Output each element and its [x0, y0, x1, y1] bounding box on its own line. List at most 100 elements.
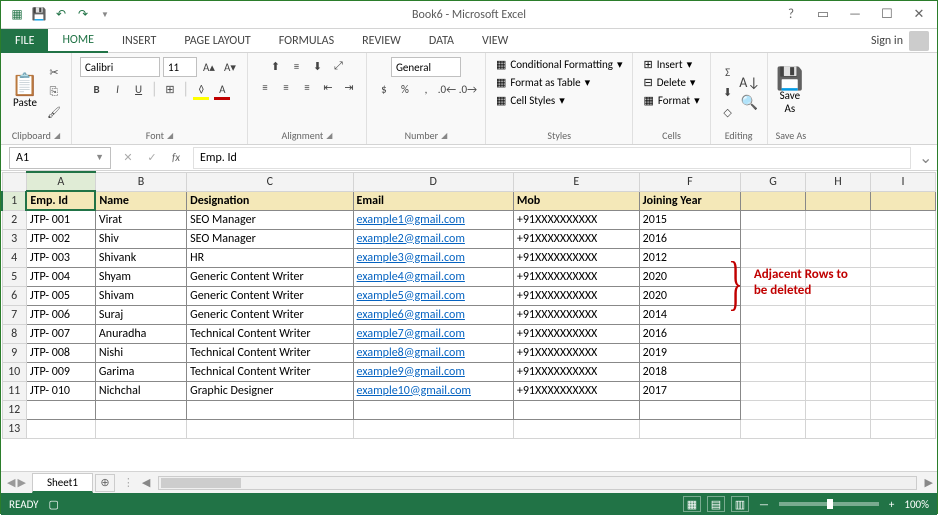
number-launcher-icon[interactable]: ◢ [441, 131, 447, 141]
cell-E1[interactable]: Mob [513, 191, 639, 210]
increase-font-icon[interactable]: A▴ [200, 58, 218, 76]
ribbon-display-icon[interactable]: ▭ [813, 7, 833, 22]
col-header-G[interactable]: G [741, 172, 806, 191]
cell[interactable] [871, 381, 936, 400]
cell[interactable] [741, 419, 806, 438]
cell[interactable] [741, 343, 806, 362]
font-color-button[interactable]: A [213, 81, 231, 99]
tab-formulas[interactable]: FORMULAS [265, 29, 348, 53]
cell[interactable] [639, 419, 740, 438]
cell-C6[interactable]: Generic Content Writer [187, 286, 353, 305]
email-link[interactable]: example1@gmail.com [357, 213, 465, 227]
cell-C7[interactable]: Generic Content Writer [187, 305, 353, 324]
cell-E4[interactable]: +91XXXXXXXXXX [513, 248, 639, 267]
cell-D3[interactable]: example2@gmail.com [353, 229, 513, 248]
font-size-select[interactable] [163, 57, 197, 77]
cell-A1[interactable]: Emp. Id [26, 191, 95, 210]
sort-filter-icon[interactable]: A↓ [741, 73, 759, 91]
cell-F1[interactable]: Joining Year [639, 191, 740, 210]
cell[interactable] [806, 343, 871, 362]
cell-B6[interactable]: Shivam [95, 286, 186, 305]
cell-E5[interactable]: +91XXXXXXXXXX [513, 267, 639, 286]
cell[interactable] [806, 191, 871, 210]
tab-data[interactable]: DATA [415, 29, 468, 53]
cell-B2[interactable]: Virat [95, 210, 186, 229]
cell[interactable] [806, 381, 871, 400]
cell-C9[interactable]: Technical Content Writer [187, 343, 353, 362]
decrease-indent-icon[interactable]: ⇤ [319, 78, 337, 96]
find-select-icon[interactable]: 🔍 [741, 93, 759, 111]
format-cells-button[interactable]: ▦Format ▾ [641, 93, 701, 108]
font-name-select[interactable] [80, 57, 160, 77]
email-link[interactable]: example10@gmail.com [357, 384, 471, 398]
cell[interactable] [871, 343, 936, 362]
cell-A8[interactable]: JTP- 007 [26, 324, 95, 343]
cell-D6[interactable]: example5@gmail.com [353, 286, 513, 305]
cell-D4[interactable]: example3@gmail.com [353, 248, 513, 267]
tab-nav-next-icon[interactable]: ▶ [17, 476, 25, 489]
cell-A7[interactable]: JTP- 006 [26, 305, 95, 324]
cell-E9[interactable]: +91XXXXXXXXXX [513, 343, 639, 362]
tab-view[interactable]: VIEW [468, 29, 522, 53]
cell[interactable] [26, 400, 95, 419]
zoom-thumb[interactable] [827, 499, 833, 509]
normal-view-icon[interactable]: ▦ [683, 496, 701, 512]
col-header-B[interactable]: B [95, 172, 186, 191]
email-link[interactable]: example5@gmail.com [357, 289, 465, 303]
align-top-icon[interactable]: ⬆ [266, 57, 284, 75]
cell-A3[interactable]: JTP- 002 [26, 229, 95, 248]
customize-qat-icon[interactable]: ▼ [97, 7, 113, 23]
cell[interactable] [187, 419, 353, 438]
cell-B7[interactable]: Suraj [95, 305, 186, 324]
cell[interactable] [741, 324, 806, 343]
bold-button[interactable]: B [88, 81, 106, 99]
paste-button[interactable]: 📋 Paste [9, 74, 41, 111]
row-header-2[interactable]: 2 [2, 210, 26, 229]
cell[interactable] [741, 400, 806, 419]
cell-E2[interactable]: +91XXXXXXXXXX [513, 210, 639, 229]
cell-B1[interactable]: Name [95, 191, 186, 210]
cell[interactable] [806, 210, 871, 229]
cell[interactable] [871, 267, 936, 286]
cell-D11[interactable]: example10@gmail.com [353, 381, 513, 400]
cell[interactable] [741, 191, 806, 210]
cell[interactable] [741, 210, 806, 229]
clipboard-launcher-icon[interactable]: ◢ [54, 131, 60, 141]
cell[interactable] [806, 324, 871, 343]
col-header-C[interactable]: C [187, 172, 353, 191]
alignment-launcher-icon[interactable]: ◢ [326, 131, 332, 141]
row-header-7[interactable]: 7 [2, 305, 26, 324]
cell[interactable] [95, 419, 186, 438]
increase-indent-icon[interactable]: ⇥ [340, 78, 358, 96]
row-header-6[interactable]: 6 [2, 286, 26, 305]
tab-page-layout[interactable]: PAGE LAYOUT [170, 29, 264, 53]
close-icon[interactable]: ✕ [909, 7, 929, 22]
tab-splitter[interactable]: ⋮ [115, 476, 142, 489]
cell-A4[interactable]: JTP- 003 [26, 248, 95, 267]
email-link[interactable]: example2@gmail.com [357, 232, 465, 246]
cell-F8[interactable]: 2016 [639, 324, 740, 343]
cell-F3[interactable]: 2016 [639, 229, 740, 248]
cell-C2[interactable]: SEO Manager [187, 210, 353, 229]
cell-D8[interactable]: example7@gmail.com [353, 324, 513, 343]
row-header-10[interactable]: 10 [2, 362, 26, 381]
cell-C4[interactable]: HR [187, 248, 353, 267]
col-header-F[interactable]: F [639, 172, 740, 191]
cell-E7[interactable]: +91XXXXXXXXXX [513, 305, 639, 324]
cell[interactable] [871, 400, 936, 419]
orientation-icon[interactable]: ⤢ [329, 57, 347, 75]
cell[interactable] [639, 400, 740, 419]
zoom-slider[interactable] [779, 502, 879, 506]
email-link[interactable]: example8@gmail.com [357, 346, 465, 360]
row-header-3[interactable]: 3 [2, 229, 26, 248]
page-break-view-icon[interactable]: ▥ [731, 496, 749, 512]
cell-B9[interactable]: Nishi [95, 343, 186, 362]
col-header-H[interactable]: H [806, 172, 871, 191]
cell-A6[interactable]: JTP- 005 [26, 286, 95, 305]
name-box-dropdown-icon[interactable]: ▼ [95, 152, 104, 163]
col-header-I[interactable]: I [871, 172, 936, 191]
hscroll-left-icon[interactable]: ◀ [142, 476, 150, 489]
email-link[interactable]: example9@gmail.com [357, 365, 465, 379]
cell-D7[interactable]: example6@gmail.com [353, 305, 513, 324]
cell-E11[interactable]: +91XXXXXXXXXX [513, 381, 639, 400]
